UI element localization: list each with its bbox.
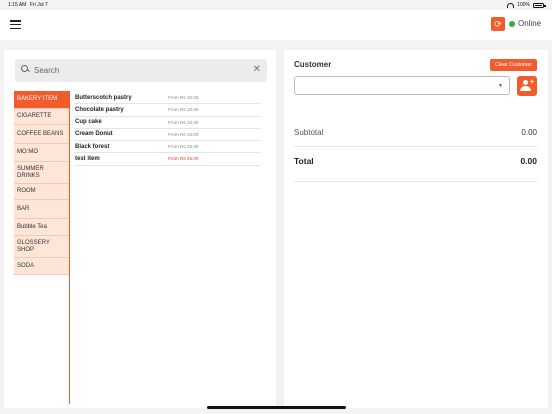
wifi-icon xyxy=(507,2,515,8)
item-name: Cream Donut xyxy=(75,131,113,138)
category-item[interactable]: MO:MO xyxy=(14,144,70,162)
item-price: From Rs 25.00 xyxy=(168,156,199,162)
battery-icon xyxy=(533,2,546,8)
search-input[interactable] xyxy=(34,63,244,78)
status-time: 1:15 AM xyxy=(8,2,27,8)
category-list: BAKERY ITEM CIGARETTE COFFEE BEANS MO:MO SUM… xyxy=(14,91,70,275)
status-bar: 1:15 AM Fri Jul 7 100% xyxy=(0,0,552,10)
total-label: Total xyxy=(294,156,314,166)
subtotal-label: Subtotal xyxy=(294,128,324,137)
status-date: Fri Jul 7 xyxy=(30,2,48,8)
menu-panel: ✕ BAKERY ITEMCIGARETTECOFFEE BEANSMO:MOS… xyxy=(4,50,276,408)
customer-select[interactable]: ▼ xyxy=(294,76,510,95)
online-status-dot xyxy=(509,21,515,27)
item-price: From Rs 15.00 xyxy=(168,131,199,137)
item-price: From Rs 25.00 xyxy=(168,144,199,150)
category-item[interactable]: COFFEE BEANS xyxy=(14,125,70,144)
item-name: Black forest xyxy=(75,143,110,150)
category-item[interactable]: SODA xyxy=(14,258,70,275)
close-icon[interactable]: ✕ xyxy=(253,64,261,76)
menu-icon[interactable] xyxy=(10,20,21,29)
category-divider xyxy=(69,91,71,404)
item-price: From Rs 10.00 xyxy=(168,119,199,125)
caret-down-icon: ▼ xyxy=(498,83,503,89)
item-price: From Rs 15.00 xyxy=(168,95,199,100)
item-name: Cup cake xyxy=(75,119,102,126)
category-item[interactable]: BAKERY ITEM xyxy=(14,91,70,109)
item-row[interactable]: Cup cake From Rs 10.00 xyxy=(74,117,260,129)
order-panel: Customer Clear Customer ▼ + Subtotal 0.0… xyxy=(284,50,548,408)
divider xyxy=(294,146,537,147)
divider xyxy=(294,181,537,182)
item-row[interactable]: Cream Donut From Rs 15.00 xyxy=(74,129,260,142)
refresh-button[interactable]: ⟳ xyxy=(491,17,505,31)
search-bar: ✕ xyxy=(15,59,267,82)
category-item[interactable]: CIGARETTE xyxy=(14,109,70,125)
item-name: test item xyxy=(75,155,100,162)
item-row[interactable]: Black forest From Rs 25.00 xyxy=(74,141,260,154)
category-item[interactable]: GLOSSERY SHOP xyxy=(14,236,70,258)
customer-label: Customer xyxy=(294,60,332,69)
category-item[interactable]: BAR xyxy=(14,200,70,219)
item-price: From Rs 10.00 xyxy=(168,107,199,113)
online-status-label: Online xyxy=(518,19,542,28)
item-row[interactable]: Chocolate pastry From Rs 10.00 xyxy=(74,104,260,117)
home-indicator xyxy=(207,406,346,409)
item-row[interactable]: test item From Rs 25.00 xyxy=(74,153,260,166)
status-right: 100% xyxy=(507,2,546,8)
category-item[interactable]: SUMMER DRINKS xyxy=(14,162,70,184)
battery-percent: 100% xyxy=(517,2,530,8)
subtotal-value: 0.00 xyxy=(521,128,537,137)
app-header: ⟳ Online xyxy=(0,10,552,40)
item-name: Butterscotch pastry xyxy=(75,94,132,101)
item-list: Butterscotch pastry From Rs 15.00 Chocolat… xyxy=(74,92,260,166)
add-customer-button[interactable]: + xyxy=(517,76,537,96)
total-value: 0.00 xyxy=(520,156,537,166)
search-icon xyxy=(21,65,29,73)
category-item[interactable]: ROOM xyxy=(14,184,70,200)
refresh-icon: ⟳ xyxy=(494,18,502,29)
category-item[interactable]: Bubble Tea xyxy=(14,219,70,236)
clear-customer-button[interactable]: Clear Customer xyxy=(490,59,537,71)
item-name: Chocolate pastry xyxy=(75,106,124,113)
item-row[interactable]: Butterscotch pastry From Rs 15.00 xyxy=(74,92,260,105)
